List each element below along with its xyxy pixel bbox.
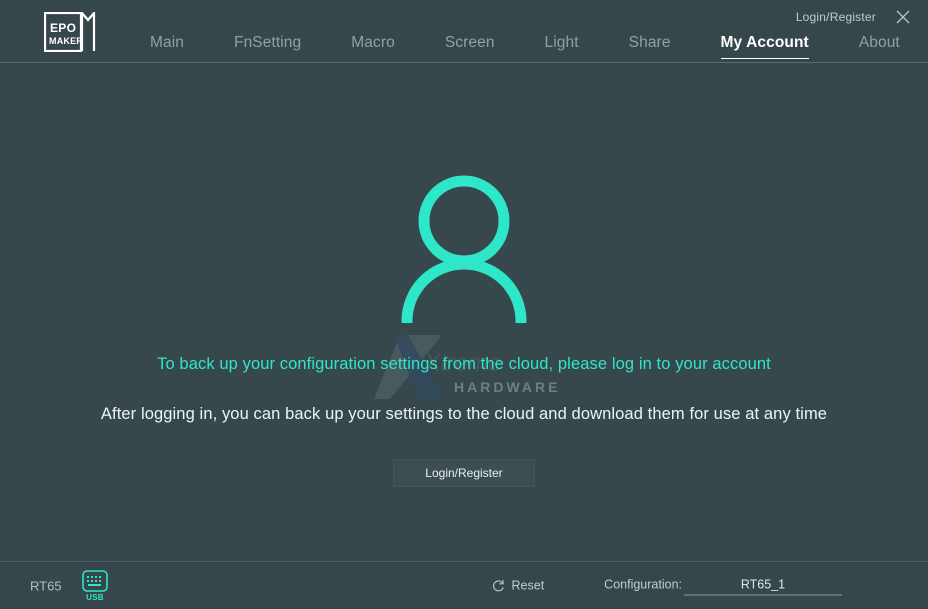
main-navigation: Main FnSetting Macro Screen Light Share … [150, 34, 900, 59]
user-avatar-icon [389, 171, 539, 323]
logo-svg: EPO MAKER [44, 12, 96, 52]
close-icon [896, 10, 910, 24]
configuration-label: Configuration: [604, 577, 682, 591]
main-content: Xtreme HARDWARE To back up your configur… [0, 63, 928, 561]
close-button[interactable] [890, 4, 916, 30]
refresh-icon [492, 579, 505, 592]
svg-text:MAKER: MAKER [49, 36, 83, 46]
nav-item-main[interactable]: Main [150, 34, 184, 59]
application-window: EPO MAKER Login/Register Main FnSetting … [0, 0, 928, 609]
device-model-label: RT65 [30, 578, 62, 593]
watermark-subtext: HARDWARE [454, 379, 560, 395]
device-connection-indicator[interactable]: USB [79, 570, 111, 604]
status-bar: RT65 USB Reset [0, 561, 928, 609]
reset-button[interactable]: Reset [492, 579, 545, 593]
footer-actions: Reset Configuration: [492, 576, 842, 595]
nav-item-my-account[interactable]: My Account [721, 34, 809, 59]
nav-item-macro[interactable]: Macro [351, 34, 395, 59]
epomaker-logo: EPO MAKER [44, 12, 96, 52]
connection-type-label: USB [86, 593, 104, 602]
backup-headline: To back up your configuration settings f… [0, 355, 928, 374]
login-register-button[interactable]: Login/Register [393, 459, 535, 487]
nav-item-fnsetting[interactable]: FnSetting [234, 34, 301, 59]
nav-item-about[interactable]: About [859, 34, 900, 59]
login-register-link[interactable]: Login/Register [796, 10, 876, 24]
backup-subline: After logging in, you can back up your s… [0, 405, 928, 424]
avatar-svg [389, 171, 539, 323]
titlebar-controls: Login/Register [796, 0, 928, 34]
nav-item-share[interactable]: Share [629, 34, 671, 59]
header-bar: EPO MAKER Login/Register Main FnSetting … [0, 0, 928, 63]
reset-label: Reset [512, 579, 545, 593]
nav-item-light[interactable]: Light [545, 34, 579, 59]
keyboard-icon [82, 570, 108, 592]
configuration-input[interactable] [684, 576, 842, 595]
nav-item-screen[interactable]: Screen [445, 34, 495, 59]
svg-text:EPO: EPO [50, 21, 76, 35]
configuration-field-group: Configuration: [604, 576, 842, 595]
